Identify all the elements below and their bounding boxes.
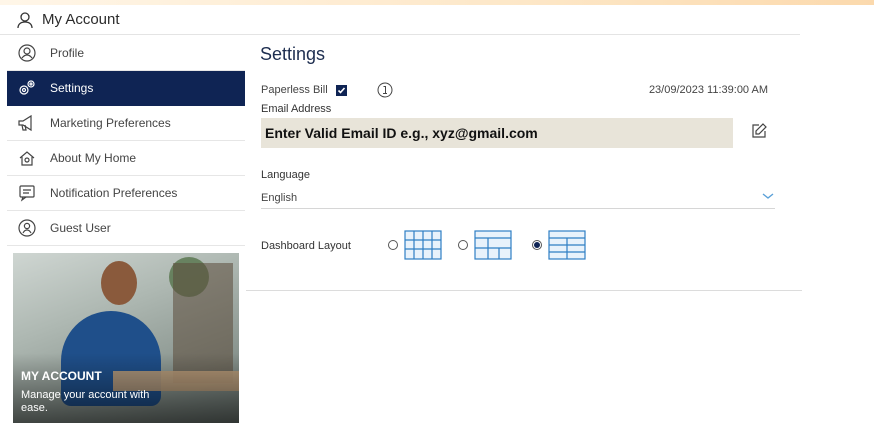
user-icon	[17, 11, 33, 28]
list-layout-icon	[548, 230, 586, 260]
layout-radio-list[interactable]	[532, 240, 542, 250]
dashboard-layout-label: Dashboard Layout	[261, 240, 351, 252]
page-title: My Account	[42, 11, 120, 28]
sidebar-item-label: Notification Preferences	[50, 186, 178, 200]
person-head-graphic	[101, 261, 137, 305]
promo-subtitle: Manage your account with ease.	[21, 389, 150, 414]
layout-option-split[interactable]	[458, 230, 512, 260]
split-layout-icon	[474, 230, 512, 260]
sidebar-item-guest-user[interactable]: Guest User	[7, 211, 245, 246]
layout-radio-split[interactable]	[458, 240, 468, 250]
paperless-bill-row: Paperless Bill	[261, 84, 347, 96]
email-field[interactable]: Enter Valid Email ID e.g., xyz@gmail.com	[261, 118, 733, 148]
sidebar-item-label: About My Home	[50, 151, 137, 165]
paperless-bill-label: Paperless Bill	[261, 84, 328, 96]
megaphone-icon	[17, 113, 37, 133]
guest-icon	[17, 218, 37, 238]
promo-banner: MY ACCOUNT Manage your account with ease…	[13, 253, 239, 423]
sidebar-item-notification-preferences[interactable]: Notification Preferences	[7, 176, 245, 211]
edit-icon[interactable]	[750, 122, 768, 140]
sidebar-item-marketing-preferences[interactable]: Marketing Preferences	[7, 106, 245, 141]
settings-title: Settings	[260, 44, 326, 64]
grid-layout-icon	[404, 230, 442, 260]
email-address-label: Email Address	[261, 103, 332, 115]
info-icon[interactable]	[377, 82, 393, 98]
language-select[interactable]: English	[261, 187, 775, 209]
profile-icon	[17, 43, 37, 63]
account-sidebar: Profile Settings Marketing Preferences A…	[7, 36, 245, 423]
language-label: Language	[261, 169, 310, 181]
language-value: English	[261, 191, 298, 204]
sidebar-item-label: Marketing Preferences	[50, 116, 171, 130]
layout-option-list[interactable]	[532, 230, 586, 260]
message-icon	[17, 183, 37, 203]
checkmark-icon	[337, 86, 345, 94]
layout-radio-grid[interactable]	[388, 240, 398, 250]
home-icon	[17, 148, 37, 168]
paperless-bill-checkbox[interactable]	[335, 84, 347, 96]
gears-icon	[17, 78, 37, 98]
sidebar-item-profile[interactable]: Profile	[7, 36, 245, 71]
settings-panel: Settings Paperless Bill 23/09/2023 11:39…	[246, 36, 802, 291]
sidebar-item-label: Settings	[50, 81, 94, 95]
last-updated-timestamp: 23/09/2023 11:39:00 AM	[648, 84, 768, 96]
sidebar-item-label: Guest User	[50, 221, 111, 235]
chevron-down-icon	[762, 193, 774, 199]
page-header: My Account	[0, 5, 800, 35]
sidebar-item-label: Profile	[50, 46, 85, 60]
promo-title: MY ACCOUNT	[21, 369, 102, 383]
layout-option-grid[interactable]	[388, 230, 442, 260]
sidebar-item-settings[interactable]: Settings	[7, 71, 245, 106]
sidebar-item-about-my-home[interactable]: About My Home	[7, 141, 245, 176]
